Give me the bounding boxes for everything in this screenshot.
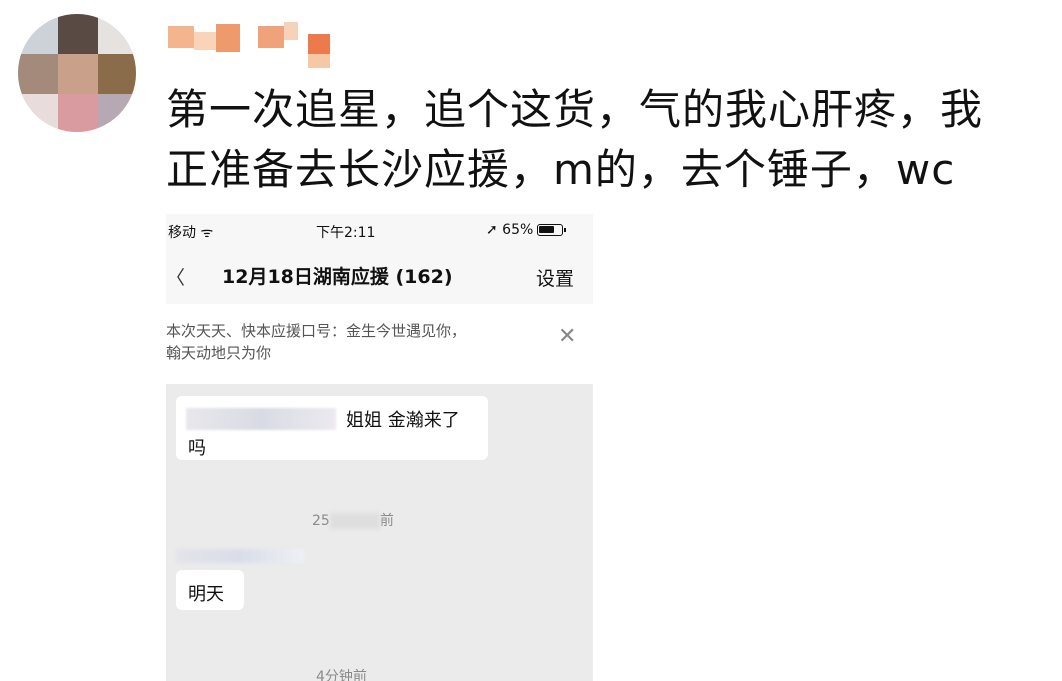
timestamp-suffix: 前	[379, 513, 394, 529]
timestamp-prefix: 25	[312, 513, 330, 529]
message-text: 姐姐 金瀚来了	[346, 410, 460, 431]
back-button[interactable]: 〈	[166, 263, 185, 290]
blurred-sender-name	[176, 549, 304, 563]
weibo-post: 第一次追星，追个这货，气的我心肝疼，我 正准备去长沙应援，m的，去个锤子，wc …	[0, 0, 1062, 681]
post-text: 第一次追星，追个这货，气的我心肝疼，我 正准备去长沙应援，m的，去个锤子，wc	[166, 80, 1046, 200]
settings-button[interactable]: 设置	[536, 264, 574, 291]
message-timestamp: 4分钟前	[316, 669, 367, 681]
avatar[interactable]	[18, 14, 136, 132]
close-icon[interactable]: ✕	[558, 324, 576, 349]
message-timestamp: 25 前	[312, 510, 394, 530]
battery-indicator: ➚ 65%	[486, 222, 567, 238]
status-bar: 移动 ᯤ 下午2:11 ➚ 65%	[166, 214, 593, 248]
clock-time: 下午2:11	[316, 225, 376, 241]
notice-line1: 本次天天、快本应援口号：金生今世遇见你，	[166, 322, 467, 340]
notice-line2: 翰天动地只为你	[166, 344, 272, 362]
message-text-continued: 吗	[188, 438, 206, 459]
battery-icon	[537, 224, 567, 236]
post-text-line1: 第一次追星，追个这货，气的我心肝疼，我	[166, 85, 984, 134]
message-bubble[interactable]: 姐姐 金瀚来了 吗	[176, 396, 488, 460]
group-notice-banner[interactable]: 本次天天、快本应援口号：金生今世遇见你， 翰天动地只为你 ✕	[166, 304, 593, 384]
embedded-chat-screenshot: 移动 ᯤ 下午2:11 ➚ 65% 〈 12月18日湖南应援 (162) 设置 …	[166, 214, 593, 681]
group-title: 12月18日湖南应援 (162)	[222, 266, 453, 288]
timestamp-blur	[329, 513, 380, 529]
battery-label: ➚ 65%	[486, 222, 534, 238]
carrier-label: 移动 ᯤ	[168, 225, 214, 241]
post-text-line2: 正准备去长沙应援，m的，去个锤子，wc	[166, 145, 956, 194]
username[interactable]	[168, 20, 343, 70]
message-bubble[interactable]: 明天	[176, 570, 244, 610]
message-text: 明天	[188, 584, 224, 605]
chat-area: 姐姐 金瀚来了 吗 25 前 明天 4分钟前	[166, 384, 593, 681]
blurred-sender-name	[186, 408, 336, 430]
chat-nav-bar: 〈 12月18日湖南应援 (162) 设置	[166, 248, 593, 304]
